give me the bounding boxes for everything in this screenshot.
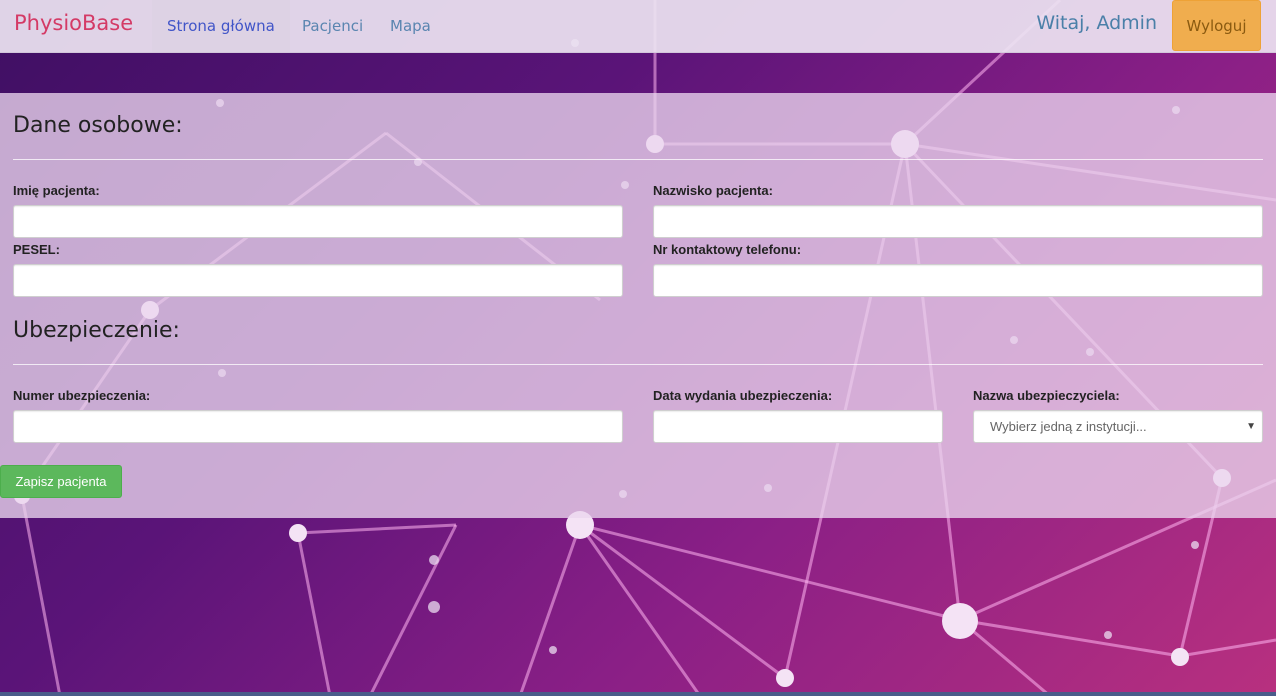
logout-button[interactable]: Wyloguj xyxy=(1172,0,1261,51)
phone-label: Nr kontaktowy telefonu: xyxy=(653,242,802,257)
insurance-number-input[interactable] xyxy=(13,410,623,443)
insurance-date-label: Data wydania ubezpieczenia: xyxy=(653,388,833,403)
insurance-heading: Ubezpieczenie: xyxy=(13,318,180,343)
nav-link-map[interactable]: Mapa xyxy=(375,0,446,52)
personal-data-heading: Dane osobowe: xyxy=(13,113,183,138)
last-name-label: Nazwisko pacjenta: xyxy=(653,183,773,198)
nav-link-patients[interactable]: Pacjenci xyxy=(287,0,378,52)
pesel-input[interactable] xyxy=(13,264,623,297)
welcome-text: Witaj, Admin xyxy=(1036,12,1157,34)
first-name-input[interactable] xyxy=(13,205,623,238)
insurer-label: Nazwa ubezpieczyciela: xyxy=(973,388,1120,403)
insurance-date-input[interactable] xyxy=(653,410,943,443)
taskbar-strip xyxy=(0,692,1276,696)
pesel-label: PESEL: xyxy=(13,242,60,257)
divider xyxy=(13,364,1263,365)
insurance-number-label: Numer ubezpieczenia: xyxy=(13,388,151,403)
nav-link-home[interactable]: Strona główna xyxy=(152,0,290,52)
last-name-input[interactable] xyxy=(653,205,1263,238)
insurer-selected-value: Wybierz jedną z instytucji... xyxy=(990,419,1147,434)
divider xyxy=(13,159,1263,160)
insurer-select[interactable]: Wybierz jedną z instytucji... ▼ xyxy=(973,410,1263,443)
first-name-label: Imię pacjenta: xyxy=(13,183,100,198)
patient-form: Dane osobowe: Imię pacjenta: Nazwisko pa… xyxy=(0,93,1276,518)
save-patient-button[interactable]: Zapisz pacjenta xyxy=(0,465,122,498)
chevron-down-icon: ▼ xyxy=(1246,421,1256,432)
top-navbar: PhysioBase Strona główna Pacjenci Mapa W… xyxy=(0,0,1276,53)
phone-input[interactable] xyxy=(653,264,1263,297)
brand-logo[interactable]: PhysioBase xyxy=(14,11,133,35)
